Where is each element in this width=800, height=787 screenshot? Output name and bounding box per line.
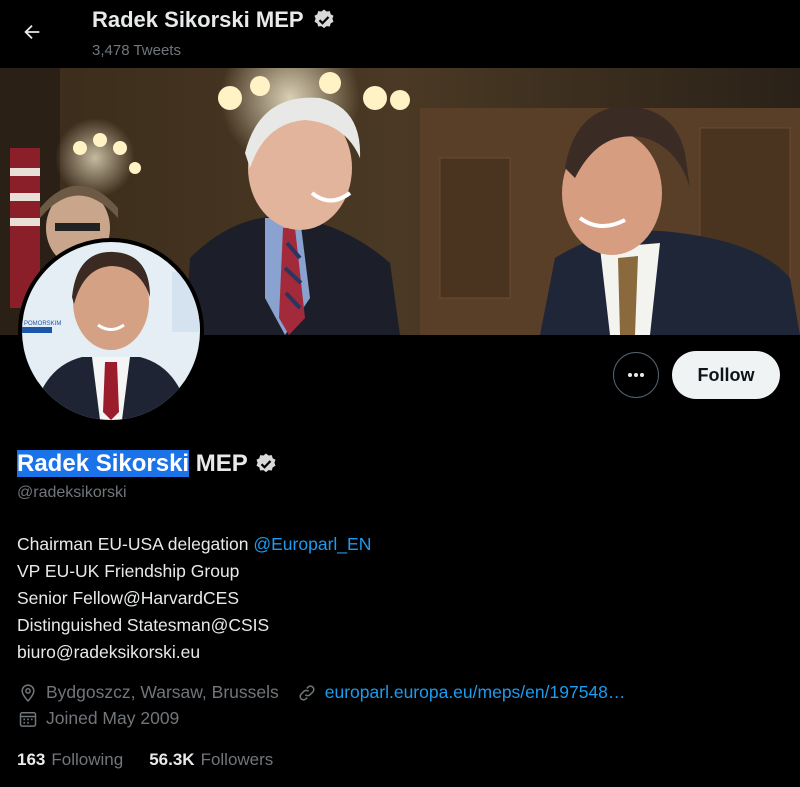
selected-name-text: Radek Sikorski [17, 450, 190, 477]
name-suffix: MEP [189, 450, 248, 477]
mention-link[interactable]: @Europarl_EN [253, 534, 371, 554]
followers-label: Followers [200, 750, 274, 769]
following-label: Following [51, 750, 124, 769]
follow-button[interactable]: Follow [672, 351, 780, 399]
verified-badge-icon [314, 9, 334, 29]
back-arrow-icon [24, 24, 40, 40]
profile-header: Radek Sikorski MEP 3,478 Tweets [0, 0, 800, 68]
location-pin-icon [21, 683, 35, 702]
profile-display-name: Radek Sikorski MEP [17, 450, 248, 478]
profile-avatar[interactable]: POMORSKIM [18, 238, 204, 424]
profile-name-row: Radek Sikorski MEP [17, 450, 278, 478]
followers-link[interactable]: 56.3K Followers [149, 750, 273, 770]
bio-line: biuro@radeksikorski.eu [17, 642, 201, 662]
back-button[interactable] [14, 14, 50, 50]
location-text: Bydgoszcz, Warsaw, Brussels [46, 682, 279, 702]
bio-line: Distinguished Statesman@CSIS [17, 615, 270, 635]
following-link[interactable]: 163 Following [17, 750, 123, 770]
bio-line: Senior Fellow@HarvardCES [17, 588, 240, 608]
website: europarl.europa.eu/meps/en/197548… [297, 682, 626, 703]
header-tweet-count: 3,478 Tweets [92, 42, 181, 59]
profile-joined: Joined May 2009 [18, 708, 179, 729]
bio-line: VP EU-UK Friendship Group [17, 561, 240, 581]
follow-stats: 163 Following 56.3K Followers [17, 750, 273, 770]
profile-handle: @radeksikorski [17, 484, 127, 501]
more-horizontal-icon [628, 373, 644, 377]
header-title: Radek Sikorski MEP [92, 7, 336, 33]
link-icon [299, 684, 315, 701]
profile-bio: Chairman EU-USA delegation @Europarl_EN … [17, 531, 371, 666]
location: Bydgoszcz, Warsaw, Brussels [18, 682, 279, 703]
bio-line: Chairman EU-USA delegation @Europarl_EN [17, 534, 372, 554]
calendar-icon [19, 711, 37, 727]
verified-badge-icon [256, 453, 276, 473]
joined-date: Joined May 2009 [46, 708, 180, 728]
svg-text:POMORSKIM: POMORSKIM [24, 321, 61, 327]
header-display-name: Radek Sikorski MEP [92, 7, 304, 32]
more-options-button[interactable] [613, 352, 659, 398]
profile-meta: Bydgoszcz, Warsaw, Brussels europarl.eur… [18, 682, 625, 703]
following-count: 163 [17, 750, 46, 769]
website-link[interactable]: europarl.europa.eu/meps/en/197548… [325, 682, 626, 703]
followers-count: 56.3K [149, 750, 195, 769]
